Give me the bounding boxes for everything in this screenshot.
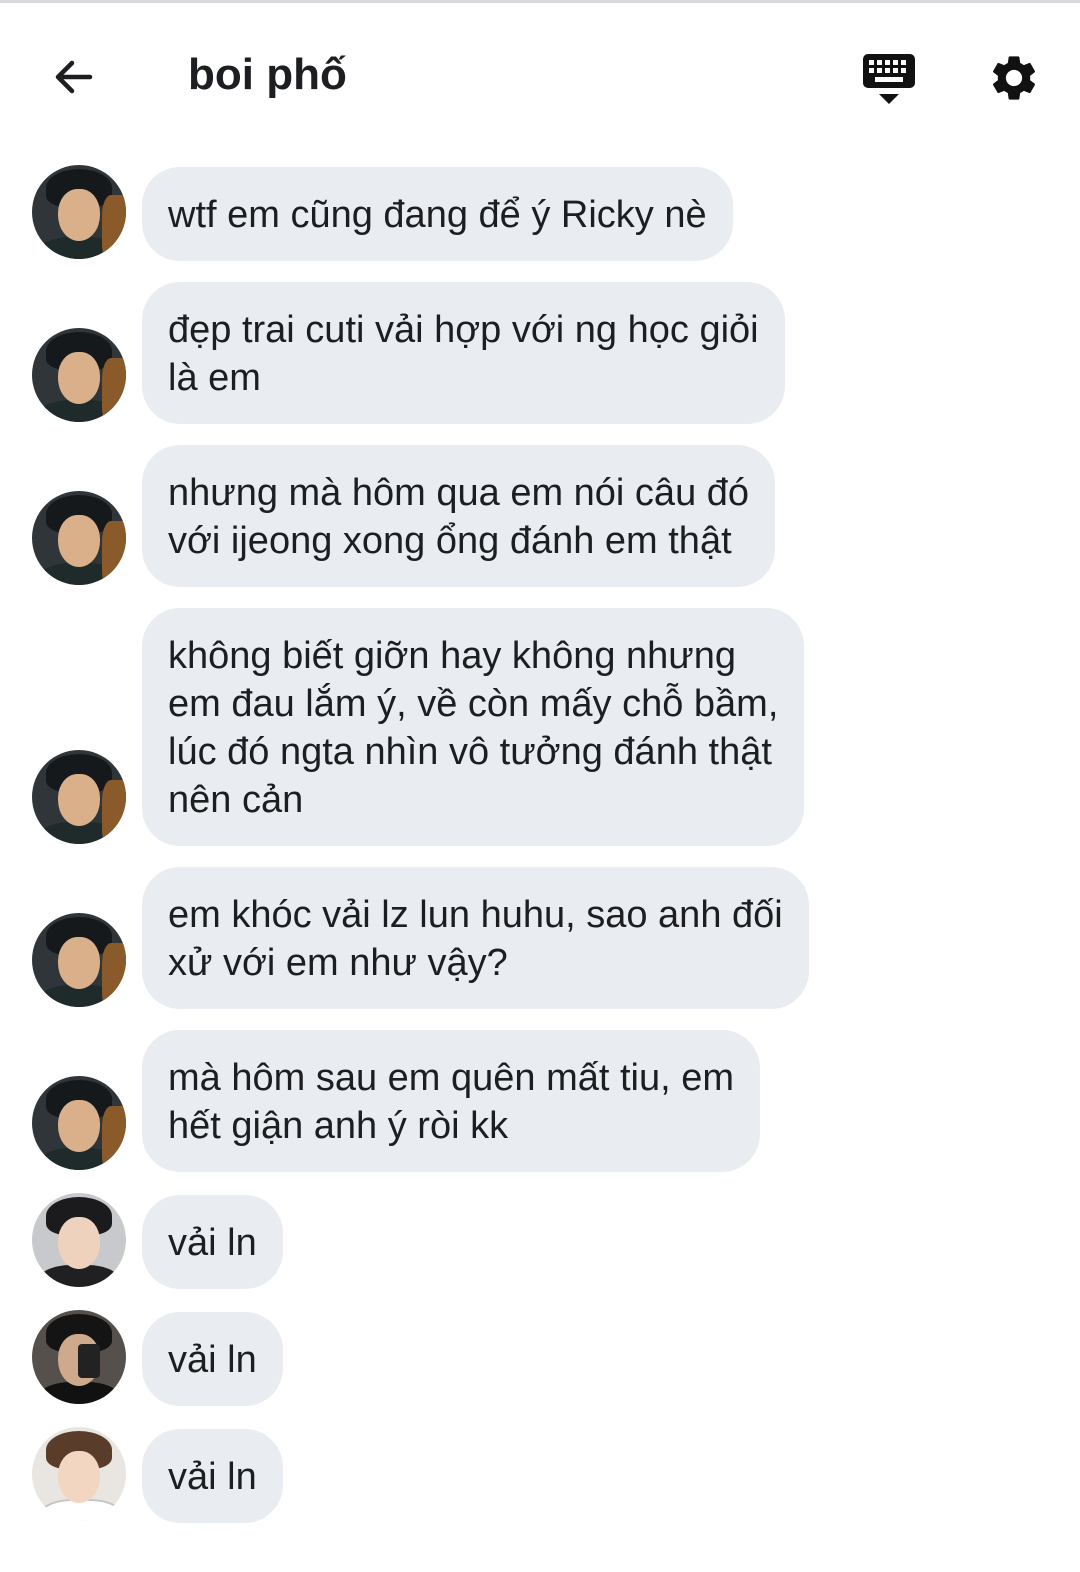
keyboard-icon (863, 54, 915, 104)
gear-icon (992, 56, 1036, 100)
message-bubble[interactable]: vải ln (142, 1429, 283, 1523)
message-row: vải ln (0, 1310, 1080, 1406)
sender-avatar[interactable] (32, 1193, 126, 1287)
message-row: vải ln (0, 1193, 1080, 1289)
avatar-face (58, 1100, 100, 1152)
sender-avatar[interactable] (32, 1076, 126, 1170)
message-bubble[interactable]: vải ln (142, 1312, 283, 1406)
sender-avatar[interactable] (32, 165, 126, 259)
message-bubble[interactable]: đẹp trai cuti vải hợp với ng học giỏi là… (142, 282, 785, 424)
keyboard-button[interactable] (856, 47, 922, 109)
avatar-face (58, 515, 100, 567)
message-row: đẹp trai cuti vải hợp với ng học giỏi là… (0, 282, 1080, 424)
message-bubble[interactable]: nhưng mà hôm qua em nói câu đó với ijeon… (142, 445, 776, 587)
sender-avatar[interactable] (32, 913, 126, 1007)
avatar-face (58, 1451, 100, 1503)
message-row: mà hôm sau em quên mất tiu, em hết giận … (0, 1030, 1080, 1172)
message-bubble[interactable]: wtf em cũng đang để ý Ricky nè (142, 167, 733, 261)
message-bubble[interactable]: mà hôm sau em quên mất tiu, em hết giận … (142, 1030, 761, 1172)
avatar-face (58, 774, 100, 826)
avatar-face (58, 189, 100, 241)
message-row: nhưng mà hôm qua em nói câu đó với ijeon… (0, 445, 1080, 587)
message-row: em khóc vải lz lun huhu, sao anh đối xử … (0, 867, 1080, 1009)
arrow-left-icon (55, 60, 93, 94)
message-bubble[interactable]: em khóc vải lz lun huhu, sao anh đối xử … (142, 867, 809, 1009)
settings-button[interactable] (983, 47, 1045, 109)
message-row: wtf em cũng đang để ý Ricky nè (0, 165, 1080, 261)
avatar-face (58, 1217, 100, 1269)
avatar-face (58, 1334, 100, 1386)
sender-avatar[interactable] (32, 1427, 126, 1521)
chat-title: boi phố (188, 50, 347, 99)
message-bubble[interactable]: không biết giỡn hay không nhưng em đau l… (142, 608, 805, 846)
message-bubble[interactable]: vải ln (142, 1195, 283, 1289)
sender-avatar[interactable] (32, 328, 126, 422)
sender-avatar[interactable] (32, 491, 126, 585)
avatar-face (58, 352, 100, 404)
message-list: wtf em cũng đang để ý Ricky nè đẹp trai c… (0, 165, 1080, 1544)
message-row: không biết giỡn hay không nhưng em đau l… (0, 608, 1080, 846)
avatar-face (58, 937, 100, 989)
back-button[interactable] (44, 47, 104, 107)
avatar-hair (46, 1314, 112, 1352)
message-row: vải ln (0, 1427, 1080, 1523)
sender-avatar[interactable] (32, 1310, 126, 1404)
sender-avatar[interactable] (32, 750, 126, 844)
chat-header: boi phố (0, 3, 1080, 143)
